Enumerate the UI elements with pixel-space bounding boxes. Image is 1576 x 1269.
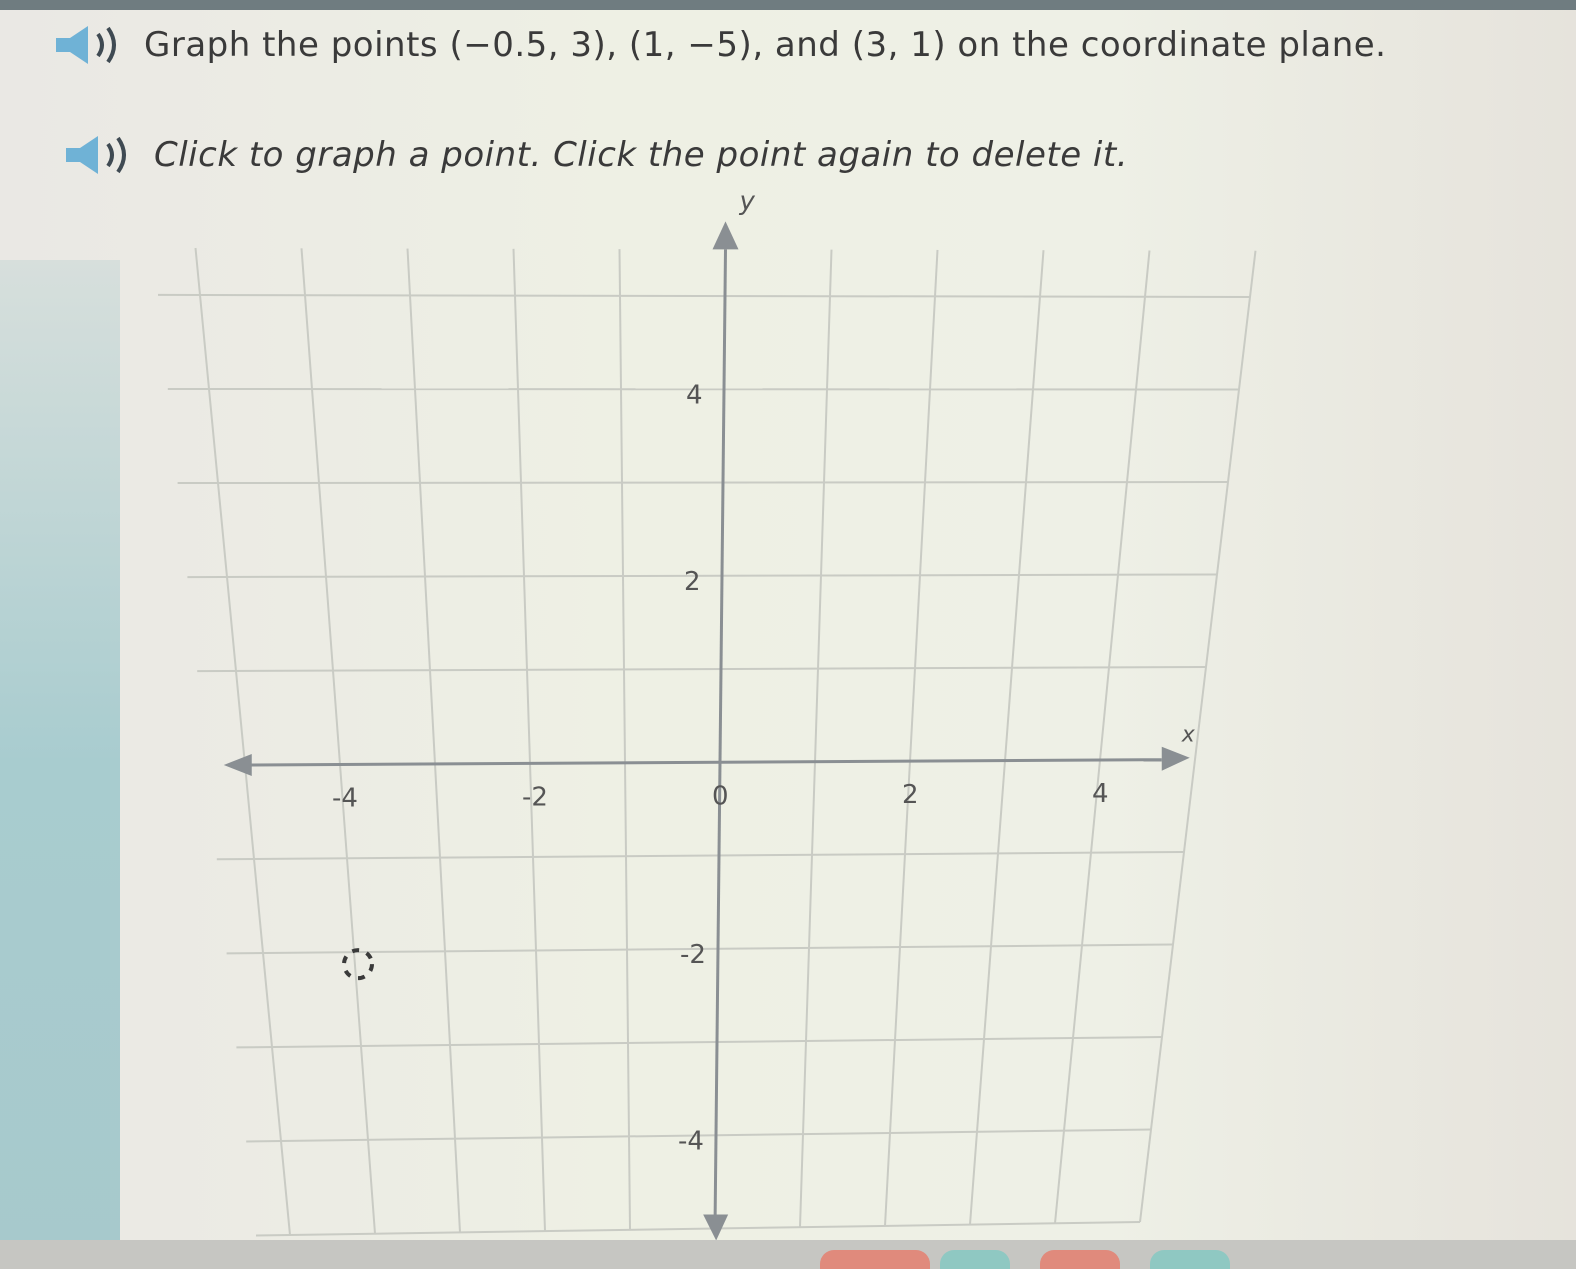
grid-line-horizontal [157, 293, 1251, 298]
grid-line-horizontal [167, 387, 1240, 391]
point-cursor-icon [342, 948, 374, 981]
grid-line-vertical [1139, 250, 1257, 1223]
x-tick-label: 4 [1092, 779, 1109, 809]
bottom-tab[interactable] [820, 1250, 930, 1269]
bottom-tab[interactable] [940, 1250, 1010, 1269]
y-axis [713, 249, 727, 1215]
screen: Graph the points (−0.5, 3), (1, −5), and… [0, 0, 1576, 1269]
grid-line-vertical [799, 249, 833, 1228]
y-tick-label: 2 [684, 567, 701, 597]
grid-line-vertical [969, 250, 1045, 1225]
grid-line-horizontal [216, 851, 1185, 861]
y-axis-label: y [739, 186, 756, 216]
grid-line-vertical [406, 248, 461, 1233]
x-tick-label: -4 [332, 783, 358, 813]
bottom-strip [0, 1240, 1576, 1269]
x-tick-label: 0 [712, 781, 729, 811]
coordinate-plane[interactable]: x y -4 -2 0 2 4 4 2 -2 -4 [0, 0, 1576, 1269]
grid-line-horizontal [177, 481, 1229, 485]
grid-line-horizontal [197, 666, 1207, 673]
grid-line-horizontal [187, 573, 1218, 579]
x-axis-label: x [1181, 723, 1196, 748]
bottom-tab[interactable] [1040, 1250, 1120, 1269]
grid-line-vertical [512, 248, 546, 1232]
grid-line-vertical [884, 249, 939, 1226]
grid-line-horizontal [236, 1036, 1163, 1049]
x-axis-arrow-right [1161, 746, 1190, 771]
y-axis-arrow-up [712, 221, 739, 250]
y-tick-label: 4 [686, 380, 703, 410]
grid-line-vertical [194, 247, 291, 1236]
x-axis-arrow-left [223, 753, 252, 776]
grid-line-vertical [300, 248, 376, 1234]
grid-line-vertical [1054, 250, 1151, 1224]
bottom-tab[interactable] [1150, 1250, 1230, 1269]
grid-line-vertical [618, 249, 631, 1230]
x-axis [249, 758, 1162, 767]
x-tick-label: 2 [902, 780, 919, 810]
y-tick-label: -4 [678, 1126, 704, 1156]
y-tick-label: -2 [680, 940, 706, 970]
grid-line-horizontal [255, 1221, 1141, 1237]
x-tick-label: -2 [522, 782, 548, 812]
graph-area: x y -4 -2 0 2 4 4 2 -2 -4 [0, 0, 1576, 1269]
